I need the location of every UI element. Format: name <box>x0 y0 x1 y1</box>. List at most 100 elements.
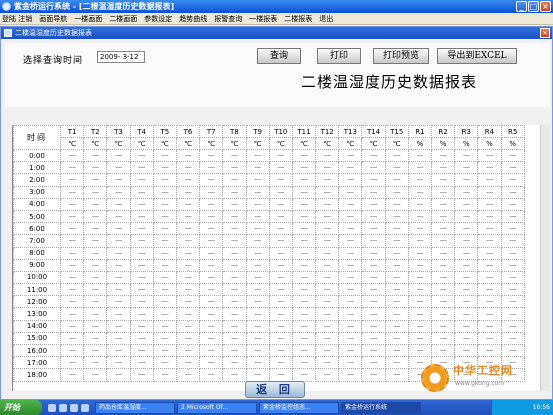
data-cell: ---- <box>106 368 131 382</box>
data-cell: ---- <box>477 197 502 211</box>
data-cell: ---- <box>291 283 317 297</box>
maximize-button[interactable]: □ <box>528 1 539 12</box>
data-cell: ---- <box>384 234 409 248</box>
menu-item-floor2-report[interactable]: 二楼报表 <box>284 14 312 24</box>
data-cell: ---- <box>454 331 479 346</box>
taskbar-item[interactable]: 药品仓库温湿度... <box>95 401 175 414</box>
data-cell: ---- <box>106 148 131 163</box>
data-cell: ---- <box>222 343 247 358</box>
data-cell: ---- <box>175 161 201 175</box>
table-row: 13:00 ---- ---- ---- ---- ---- ---- ---- ---- ---… <box>13 307 525 321</box>
data-cell: ---- <box>199 197 224 211</box>
data-cell: ---- <box>268 161 293 175</box>
quick-launch-icon[interactable] <box>59 403 67 412</box>
quick-launch-icon[interactable] <box>70 403 78 412</box>
menu-item-navigation[interactable]: 画面导航 <box>39 14 67 24</box>
unit-header: ℃ <box>361 137 386 150</box>
data-cell: ---- <box>175 258 201 272</box>
data-cell: ---- <box>407 234 433 248</box>
data-cell: ---- <box>152 283 177 297</box>
taskbar-item[interactable]: 2 Microsoft Of... <box>177 401 257 414</box>
table-row: 5:00 ---- ---- ---- ---- ---- ---- ---- ---- ----… <box>13 209 525 224</box>
data-cell: ---- <box>361 173 386 187</box>
data-cell: ---- <box>129 295 154 309</box>
column-header: T13 <box>338 125 363 138</box>
table-row: 8:00 ---- ---- ---- ---- ---- ---- ---- ---- ----… <box>13 246 525 260</box>
data-cell: ---- <box>361 246 386 260</box>
date-picker[interactable]: 2009- 3-12 <box>97 51 145 63</box>
column-header: R3 <box>454 125 479 138</box>
export-excel-button[interactable]: 导出到EXCEL <box>437 48 517 64</box>
data-cell: ---- <box>500 185 525 199</box>
data-cell: ---- <box>106 356 131 370</box>
data-cell: ---- <box>152 185 177 199</box>
data-cell: ---- <box>361 258 386 272</box>
data-cell: ---- <box>59 331 85 346</box>
data-cell: ---- <box>477 270 502 285</box>
data-cell: ---- <box>361 161 386 175</box>
taskbar-item[interactable]: 紫金桥监控组态... <box>259 401 339 414</box>
data-cell: ---- <box>59 343 85 358</box>
data-cell: ---- <box>268 246 293 260</box>
data-cell: ---- <box>291 331 317 346</box>
report-table-area[interactable]: 时间 T1 T2 T3 T4 T5 T6 T7 T8 T9 T10 T11 T12 T13 T14 T15 R1… <box>12 125 542 391</box>
print-preview-button[interactable]: 打印预览 <box>373 48 429 64</box>
table-row: 3:00 ---- ---- ---- ---- ---- ---- ---- ---- ----… <box>13 185 525 199</box>
time-cell: 2:00 <box>13 173 61 187</box>
vertical-scrollbar[interactable] <box>540 125 550 391</box>
menu-item-floor2-screen[interactable]: 二楼画面 <box>109 14 137 24</box>
close-button[interactable]: × <box>540 1 551 12</box>
data-cell: ---- <box>83 222 108 236</box>
data-cell: ---- <box>222 356 247 370</box>
report-window-close-button[interactable]: × <box>540 28 550 38</box>
quick-launch-icon[interactable] <box>81 403 89 412</box>
time-cell: 15:00 <box>13 331 61 346</box>
time-cell: 18:00 <box>13 368 61 382</box>
menu-item-floor1-report[interactable]: 一楼报表 <box>249 14 277 24</box>
column-header: T2 <box>83 125 108 138</box>
column-header: R2 <box>430 125 456 138</box>
menu-item-exit[interactable]: 退出 <box>319 14 333 24</box>
data-cell: ---- <box>83 307 108 321</box>
data-cell: ---- <box>338 161 363 175</box>
data-cell: ---- <box>315 222 340 236</box>
start-button[interactable]: 开始 <box>0 400 42 415</box>
window-controls: _ □ × <box>516 1 551 12</box>
unit-header: ℃ <box>291 137 317 150</box>
unit-header: ℃ <box>129 137 154 150</box>
data-cell: ---- <box>175 319 201 333</box>
minimize-button[interactable]: _ <box>516 1 527 12</box>
table-row: 12:00 ---- ---- ---- ---- ---- ---- ---- ---- ---… <box>13 295 525 309</box>
data-cell: ---- <box>500 319 525 333</box>
quick-launch-icon[interactable] <box>48 403 56 412</box>
return-button[interactable]: 返 回 <box>245 381 305 398</box>
data-cell: ---- <box>454 148 479 163</box>
menu-item-alarm[interactable]: 报警查询 <box>214 14 242 24</box>
unit-header: % <box>500 137 525 150</box>
data-cell: ---- <box>175 368 201 382</box>
data-cell: ---- <box>338 246 363 260</box>
data-cell: ---- <box>245 356 270 370</box>
data-cell: ---- <box>222 246 247 260</box>
time-cell: 3:00 <box>13 185 61 199</box>
data-cell: ---- <box>384 197 409 211</box>
menu-item-floor1-screen[interactable]: 一楼画面 <box>74 14 102 24</box>
menu-item-login[interactable]: 登陆 注销 <box>2 14 32 24</box>
menu-item-settings[interactable]: 参数设定 <box>144 14 172 24</box>
data-cell: ---- <box>199 173 224 187</box>
data-cell: ---- <box>291 356 317 370</box>
data-cell: ---- <box>199 185 224 199</box>
data-cell: ---- <box>315 343 340 358</box>
quick-launch <box>48 403 89 412</box>
taskbar-item[interactable]: 紫金桥运行系统 <box>341 401 421 414</box>
menu-item-trend[interactable]: 趋势曲线 <box>179 14 207 24</box>
data-cell: ---- <box>430 222 456 236</box>
data-cell: ---- <box>407 185 433 199</box>
query-button[interactable]: 查询 <box>257 48 301 64</box>
print-button[interactable]: 打印 <box>317 48 361 64</box>
watermark-text: 中华工控网 <box>453 364 513 377</box>
data-cell: ---- <box>361 331 386 346</box>
data-cell: ---- <box>129 283 154 297</box>
data-cell: ---- <box>454 246 479 260</box>
data-cell: ---- <box>384 161 409 175</box>
